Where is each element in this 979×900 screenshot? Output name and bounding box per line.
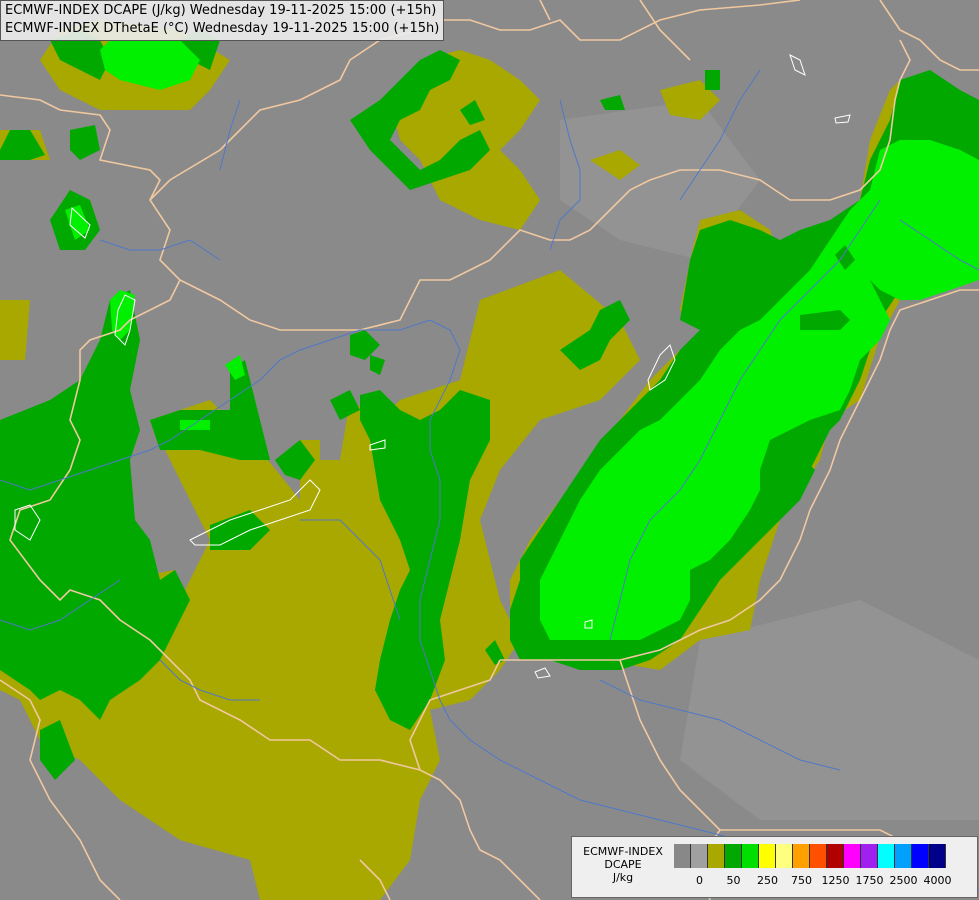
legend-tick-label: 50 bbox=[726, 874, 741, 887]
legend-tick-label: 0 bbox=[696, 874, 703, 887]
legend-ticks: 0 50 250 750 1250 1750 2500 4000 bbox=[674, 874, 974, 888]
legend-swatch bbox=[674, 844, 691, 868]
legend-swatch bbox=[708, 844, 725, 868]
legend-swatch bbox=[725, 844, 742, 868]
legend-swatch bbox=[861, 844, 878, 868]
legend-tick-label: 250 bbox=[757, 874, 778, 887]
legend-label: ECMWF-INDEX DCAPE J/kg bbox=[574, 845, 672, 884]
legend-swatch bbox=[793, 844, 810, 868]
map-title-dthetae: ECMWF-INDEX DThetaE (°C) Wednesday 19-11… bbox=[5, 21, 440, 36]
legend-swatch bbox=[844, 844, 861, 868]
weather-map bbox=[0, 0, 979, 900]
legend-label-line-2: DCAPE bbox=[604, 858, 642, 871]
map-title-dcape: ECMWF-INDEX DCAPE (J/kg) Wednesday 19-11… bbox=[5, 3, 437, 18]
legend-swatch bbox=[827, 844, 844, 868]
legend-color-bar bbox=[674, 844, 946, 868]
legend-swatch bbox=[810, 844, 827, 868]
legend-tick-label: 1250 bbox=[821, 874, 850, 887]
legend-tick-label: 2500 bbox=[889, 874, 918, 887]
color-legend: ECMWF-INDEX DCAPE J/kg 0 50 250 750 1250 1750… bbox=[571, 836, 978, 898]
legend-swatch bbox=[912, 844, 929, 868]
legend-label-line-1: ECMWF-INDEX bbox=[583, 845, 663, 858]
legend-swatch bbox=[776, 844, 793, 868]
legend-label-line-3: J/kg bbox=[612, 871, 634, 884]
legend-swatch bbox=[742, 844, 759, 868]
legend-tick-label: 4000 bbox=[923, 874, 952, 887]
legend-tick-label: 750 bbox=[791, 874, 812, 887]
legend-swatch bbox=[929, 844, 946, 868]
legend-swatch bbox=[895, 844, 912, 868]
map-title-box: ECMWF-INDEX DCAPE (J/kg) Wednesday 19-11… bbox=[0, 0, 445, 41]
legend-swatch bbox=[878, 844, 895, 868]
legend-tick-label: 1750 bbox=[855, 874, 884, 887]
legend-swatch bbox=[759, 844, 776, 868]
legend-swatch bbox=[691, 844, 708, 868]
